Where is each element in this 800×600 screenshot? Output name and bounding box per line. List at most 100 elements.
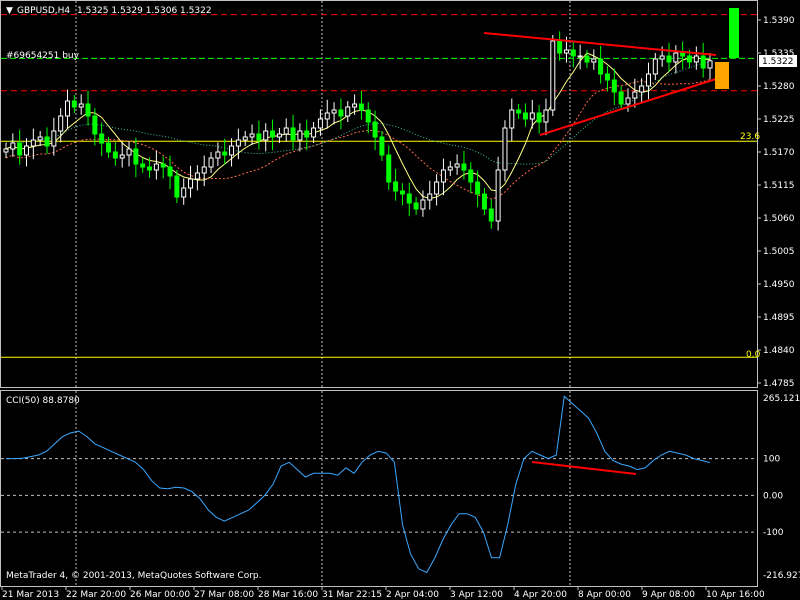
horizontal-levels [1,14,757,358]
candle-body [352,103,358,108]
price-tick-label: 1.5005 [763,247,795,257]
candle-body [481,193,487,210]
candle-body [17,142,23,156]
candle-body [338,109,344,117]
candle-body [618,91,624,105]
candle-body [263,130,269,141]
candle-body [297,130,303,141]
cci-line [6,395,711,574]
candle-body [194,172,200,180]
candle-body [119,154,125,159]
candle-body [700,55,706,69]
candle-body [468,169,474,183]
menu-triangle-icon[interactable]: ▼ [6,6,13,16]
candle-body [30,139,36,147]
candle-body [550,40,556,111]
candle-body [427,193,433,201]
candle-body [92,115,98,135]
cci-tick-label: -100 [763,528,784,538]
time-tick-label: 8 Apr 00:00 [578,590,631,600]
candle-body [106,142,112,153]
time-tick-label: 2 Apr 04:00 [386,590,439,600]
price-tick-label: 1.4785 [763,379,795,389]
cci-indicator [6,395,711,574]
candle-body [454,163,460,168]
ma-slow-line [5,79,711,200]
candle-body [283,127,289,135]
candle-body [536,112,542,123]
candle-body [181,187,187,198]
candle-body [502,127,508,171]
candle-body [365,109,371,123]
candle-body [639,85,645,93]
candle-body [543,109,549,123]
moving-averages [5,52,711,200]
candle-body [147,166,153,171]
candle-body [188,178,194,189]
candle-body [331,109,337,114]
candle-body [345,106,351,117]
price-tick-label: 1.5170 [763,148,795,158]
upper-trendline[interactable] [483,32,717,56]
candle-body [249,133,255,138]
candle-body [440,169,446,183]
price-tick-label: 1.5390 [763,16,795,26]
candles [3,31,713,231]
price-tick-label: 1.5280 [763,82,795,92]
candle-body [406,193,412,204]
candle-body [632,91,638,99]
price-chart[interactable]: 1.53901.53351.52801.52251.51701.51151.50… [0,0,800,600]
candle-body [167,166,173,177]
buy-box[interactable] [729,8,739,58]
candle-body [563,49,569,54]
chart-window[interactable]: 1.5390 1.5335 1.5280 1.5225 1.5170 1.5115 1.50… [0,0,800,600]
time-tick-label: 3 Apr 12:00 [450,590,503,600]
candle-body [461,163,467,171]
candle-body [290,127,296,141]
candle-body [413,202,419,210]
candle-body [488,208,494,222]
trendlines[interactable] [483,32,717,475]
candle-body [215,151,221,159]
candle-body [324,112,330,120]
candle-body [358,103,364,111]
candle-body [208,157,214,168]
candle-body [372,121,378,138]
fibo-236-label: 23.6 [740,132,760,142]
candle-body [317,118,323,129]
candle-body [153,163,159,171]
candle-body [235,139,241,147]
symbol-timeframe: GBPUSD,H4 [17,6,70,16]
time-tick-label: 26 Mar 00:00 [130,590,190,600]
candle-body [686,55,692,63]
price-tick-label: 1.4950 [763,280,795,290]
lower-trendline[interactable] [539,78,717,136]
cci-title: CCI(50) 88.8780 [6,396,80,406]
candle-body [51,130,57,147]
candle-body [10,142,16,150]
candle-body [126,148,132,156]
sell-box[interactable] [715,62,729,89]
candle-body [242,136,248,141]
candle-body [85,103,91,117]
price-tick-label: 1.5060 [763,214,795,224]
candle-body [557,40,563,54]
candle-body [652,58,658,75]
time-tick-label: 9 Apr 08:00 [642,590,695,600]
time-tick-label: 21 Mar 2013 [2,590,59,600]
candle-body [99,133,105,144]
candle-body [386,154,392,183]
candle-body [604,73,610,81]
candle-body [666,55,672,63]
time-tick-label: 4 Apr 20:00 [514,590,567,600]
candle-body [112,151,118,159]
candle-body [434,181,440,195]
order-label[interactable]: #69654251 buy [6,51,80,61]
fibo-00-label: 0.0 [746,350,761,360]
candle-body [58,115,64,132]
time-tick-label: 10 Apr 16:00 [706,590,765,600]
candle-body [24,145,30,156]
candle-body [693,55,699,63]
ma-fast-line [5,52,711,200]
candle-body [522,112,528,120]
